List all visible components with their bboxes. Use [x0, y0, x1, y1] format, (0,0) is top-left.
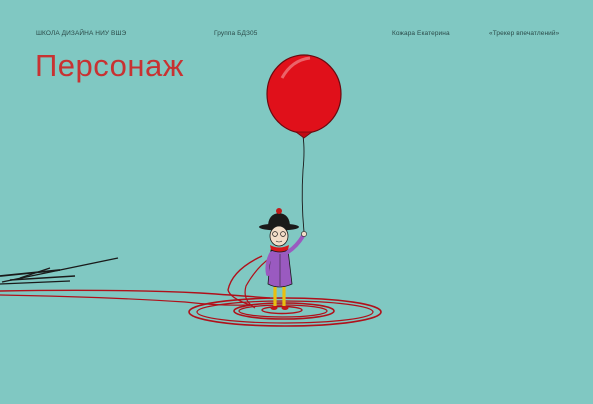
balloon-icon [266, 54, 342, 139]
balloon-string [301, 135, 305, 233]
illustration [0, 54, 382, 327]
shadow-icon [0, 257, 119, 285]
character-icon [259, 208, 307, 310]
